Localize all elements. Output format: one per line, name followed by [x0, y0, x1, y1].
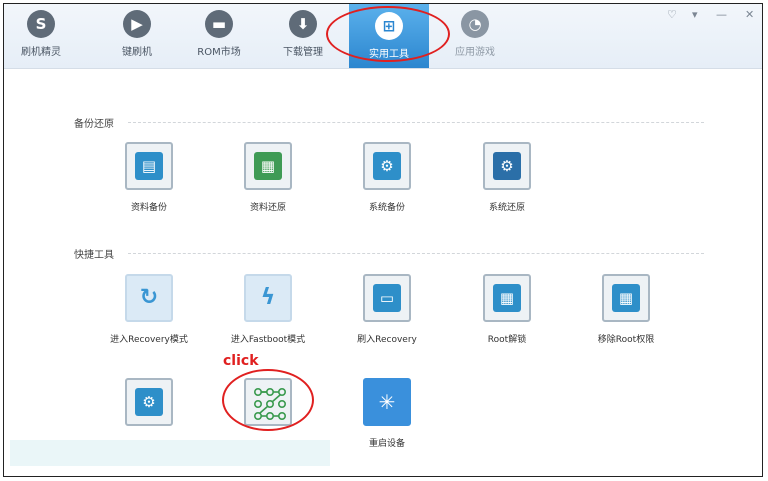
tool-flash-recovery[interactable]: ▭ 刷入Recovery	[332, 274, 442, 345]
app-window: S 刷机精灵 ▶ 键刷机 ▬ ROM市场 ⬇ 下载管理 ⊞ 实用工具 ◔ 应用游…	[3, 3, 763, 477]
skin-icon[interactable]: ♡	[667, 8, 677, 21]
click-annotation: click	[223, 353, 259, 369]
tool-system-backup[interactable]: ⚙ 系统备份	[332, 142, 442, 213]
tool-label: 系统还原	[488, 203, 525, 213]
tool-root-unlock[interactable]: ▦ Root解锁	[452, 274, 562, 345]
nav-label: 下载管理	[283, 47, 323, 58]
tool-system-restore[interactable]: ⚙ 系统还原	[452, 142, 562, 213]
data-backup-icon: ▤	[125, 142, 173, 190]
play-icon: ▶	[123, 10, 151, 38]
nav-label: ROM市场	[197, 47, 241, 58]
tool-label: 资料还原	[249, 203, 286, 213]
tool-label: 重启设备	[368, 439, 405, 449]
tool-settings[interactable]: ⚙	[94, 378, 204, 426]
section-divider	[128, 122, 704, 123]
tool-label: 进入Recovery模式	[110, 335, 188, 345]
data-restore-icon: ▦	[244, 142, 292, 190]
tool-label: 系统备份	[368, 203, 405, 213]
nav-item-flash-wizard[interactable]: S 刷机精灵	[10, 10, 72, 66]
system-backup-icon: ⚙	[363, 142, 411, 190]
minimize-icon[interactable]: —	[716, 8, 727, 21]
tool-data-backup[interactable]: ▤ 资料备份	[94, 142, 204, 213]
android-icon: ▦	[602, 274, 650, 322]
nav-item-download-manager[interactable]: ⬇ 下载管理	[272, 10, 334, 66]
section-divider	[128, 253, 704, 254]
section-title-backup: 备份还原	[74, 119, 114, 130]
tool-reboot-device[interactable]: ✳ 重启设备	[332, 378, 442, 449]
bottom-panel	[10, 440, 330, 466]
tool-enter-fastboot[interactable]: ϟ 进入Fastboot模式	[213, 274, 323, 345]
tool-label: Root解锁	[487, 335, 527, 345]
nav-item-apps-games[interactable]: ◔ 应用游戏	[444, 10, 506, 66]
highlight-oval-nav	[326, 6, 450, 62]
tool-label: 移除Root权限	[597, 335, 655, 345]
nav-item-rom-market[interactable]: ▬ ROM市场	[188, 10, 250, 66]
tool-remove-root[interactable]: ▦ 移除Root权限	[571, 274, 681, 345]
close-icon[interactable]: ✕	[745, 8, 754, 21]
tool-data-restore[interactable]: ▦ 资料还原	[213, 142, 323, 213]
tool-enter-recovery[interactable]: ↻ 进入Recovery模式	[94, 274, 204, 345]
loading-icon: ✳	[363, 378, 411, 426]
menu-icon[interactable]: ▾	[692, 8, 698, 21]
nav-label: 应用游戏	[455, 47, 495, 58]
nav-item-one-key-flash[interactable]: ▶ 键刷机	[106, 10, 168, 66]
download-icon: ⬇	[289, 10, 317, 38]
highlight-oval-pattern-lock	[222, 369, 314, 431]
apps-games-icon: ◔	[461, 10, 489, 38]
system-restore-icon: ⚙	[483, 142, 531, 190]
android-icon: ▦	[483, 274, 531, 322]
tool-label: 进入Fastboot模式	[230, 335, 306, 345]
nav-label: 刷机精灵	[21, 47, 61, 58]
refresh-icon: ↻	[125, 274, 173, 322]
phone-flash-icon: ▭	[363, 274, 411, 322]
rom-market-icon: ▬	[205, 10, 233, 38]
section-title-quick-tools: 快捷工具	[74, 250, 114, 261]
tool-label: 资料备份	[130, 203, 167, 213]
lightning-icon: ϟ	[244, 274, 292, 322]
tool-label: 刷入Recovery	[357, 335, 417, 345]
gears-icon: ⚙	[125, 378, 173, 426]
nav-label: 键刷机	[122, 47, 152, 58]
flash-wizard-icon: S	[27, 10, 55, 38]
